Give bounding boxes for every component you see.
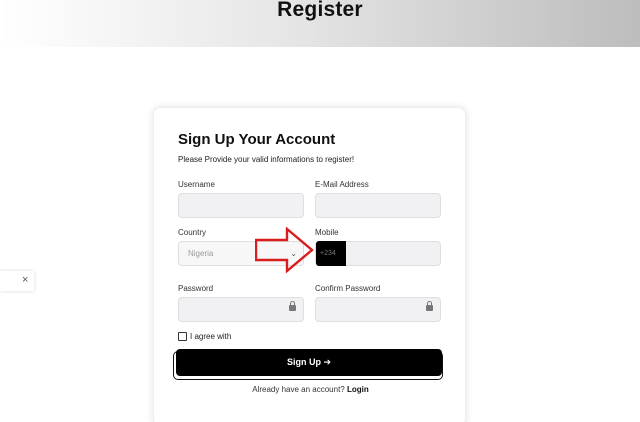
email-label: E-Mail Address	[315, 180, 369, 189]
email-input[interactable]	[315, 193, 441, 218]
login-prompt-text: Already have an account?	[252, 385, 345, 394]
signup-button[interactable]: Sign Up ➔	[176, 349, 442, 376]
agree-label: I agree with	[190, 332, 232, 341]
form-subtitle: Please Provide your valid informations t…	[178, 155, 355, 164]
country-label: Country	[178, 228, 207, 237]
mobile-input[interactable]: +234	[315, 241, 441, 266]
phone-country-code: +234	[316, 241, 346, 266]
annotation-arrow-icon	[255, 227, 314, 273]
password-input[interactable]	[178, 297, 304, 322]
page-header: Register	[0, 0, 640, 47]
side-widget: ×	[0, 271, 34, 291]
page-title: Register	[277, 0, 363, 21]
lock-icon	[426, 301, 433, 311]
password-label: Password	[178, 284, 214, 293]
country-selected-value: Nigeria	[188, 249, 214, 258]
close-icon[interactable]: ×	[22, 274, 28, 286]
username-label: Username	[178, 180, 215, 189]
login-link[interactable]: Login	[347, 385, 369, 394]
agree-checkbox[interactable]	[178, 332, 187, 341]
mobile-label: Mobile	[315, 228, 339, 237]
username-input[interactable]	[178, 193, 304, 218]
lock-icon	[289, 301, 296, 311]
form-title: Sign Up Your Account	[178, 131, 336, 148]
login-prompt-line: Already have an account? Login	[154, 385, 467, 394]
confirm-password-label: Confirm Password	[315, 284, 381, 293]
confirm-password-input[interactable]	[315, 297, 441, 322]
